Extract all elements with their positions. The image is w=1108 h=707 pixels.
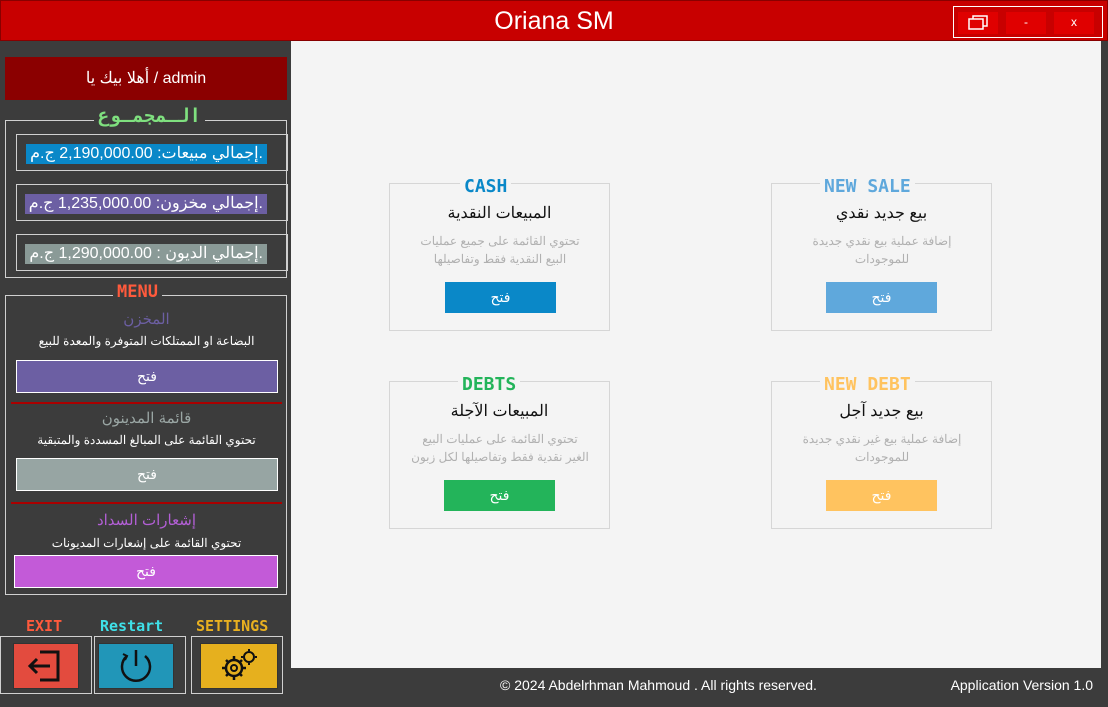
cash-card-desc: تحتوي القائمة على جميع عمليات البيع النق… bbox=[420, 234, 580, 266]
debts-card-title: المبيعات الآجلة bbox=[450, 403, 549, 420]
total-sales: إجمالي مبيعات: 2,190,000.00 ج.م. bbox=[26, 144, 267, 164]
new-sale-card: NEW SALE بيع جديد نقدي إضافة عملية بيع ن… bbox=[771, 176, 992, 331]
debtors-open-button[interactable]: فتح bbox=[16, 458, 278, 491]
debts-card: DEBTS المبيعات الآجلة تحتوي القائمة على … bbox=[389, 374, 610, 529]
menu-divider bbox=[11, 502, 282, 504]
cash-card: CASH المبيعات النقدية تحتوي القائمة على … bbox=[389, 176, 610, 331]
version-text: Application Version 1.0 bbox=[950, 677, 1093, 693]
menu-divider bbox=[11, 402, 282, 404]
settings-button[interactable] bbox=[191, 636, 283, 694]
debts-card-heading: DEBTS bbox=[458, 374, 521, 395]
new-sale-card-desc: إضافة عملية بيع نقدي جديدة للموجودات bbox=[812, 234, 952, 266]
inventory-desc: البضاعة او الممتلكات المتوفرة والمعدة لل… bbox=[38, 334, 255, 348]
debtors-title: قائمة المدينون bbox=[101, 410, 192, 427]
payment-notices-desc: تحتوي القائمة على إشعارات المديونات bbox=[51, 536, 242, 550]
total-sales-box: إجمالي مبيعات: 2,190,000.00 ج.م. bbox=[16, 134, 288, 171]
debts-card-desc: تحتوي القائمة على عمليات البيع الغير نقد… bbox=[411, 432, 589, 464]
totals-group: الـمجمـوع إجمالي مبيعات: 2,190,000.00 ج.… bbox=[5, 105, 288, 278]
main-panel: CASH المبيعات النقدية تحتوي القائمة على … bbox=[291, 41, 1101, 668]
new-debt-card-title: بيع جديد آجل bbox=[839, 403, 924, 420]
exit-label: EXIT bbox=[26, 617, 63, 635]
welcome-banner: أهلا بيك يا / admin bbox=[5, 57, 287, 100]
payment-notices-title: إشعارات السداد bbox=[96, 512, 197, 529]
total-inventory-box: إجمالي مخزون: 1,235,000.00 ج.م. bbox=[16, 184, 288, 221]
menu-group: MENU المخزن البضاعة او الممتلكات المتوفر… bbox=[5, 282, 287, 595]
restart-button[interactable] bbox=[94, 636, 186, 694]
close-button[interactable]: x bbox=[1054, 12, 1094, 34]
gear-icon bbox=[222, 649, 257, 680]
inventory-open-button[interactable]: فتح bbox=[16, 360, 278, 393]
new-debt-card-heading: NEW DEBT bbox=[820, 374, 915, 395]
menu-title: MENU bbox=[113, 282, 162, 302]
new-debt-open-button[interactable]: فتح bbox=[826, 480, 937, 511]
window-controls: - x bbox=[953, 6, 1103, 38]
debtors-desc: تحتوي القائمة على المبالغ المسددة والمتب… bbox=[37, 433, 256, 447]
restart-icon bbox=[120, 650, 152, 682]
total-debts-box: إجمالي الديون : 1,290,000.00 ج.م. bbox=[16, 234, 288, 271]
exit-icon bbox=[27, 650, 60, 682]
restart-label: Restart bbox=[100, 617, 164, 635]
cash-card-title: المبيعات النقدية bbox=[447, 205, 552, 222]
app-title: Oriana SM bbox=[494, 7, 614, 35]
totals-title: الـمجمـوع bbox=[94, 105, 205, 127]
title-bar: Oriana SM - x bbox=[0, 0, 1108, 41]
payment-notices-open-button[interactable]: فتح bbox=[14, 555, 278, 588]
debts-open-button[interactable]: فتح bbox=[444, 480, 555, 511]
settings-label: SETTINGS bbox=[196, 617, 269, 635]
sidebar: أهلا بيك يا / admin الـمجمـوع إجمالي مبي… bbox=[0, 41, 291, 701]
new-sale-card-title: بيع جديد نقدي bbox=[835, 205, 928, 222]
total-debts: إجمالي الديون : 1,290,000.00 ج.م. bbox=[25, 244, 267, 264]
new-sale-open-button[interactable]: فتح bbox=[826, 282, 937, 313]
cash-card-heading: CASH bbox=[460, 176, 512, 197]
restore-icon bbox=[968, 15, 988, 30]
inventory-title: المخزن bbox=[123, 311, 170, 328]
minimize-button[interactable]: - bbox=[1006, 12, 1046, 34]
restore-button[interactable] bbox=[958, 12, 998, 34]
exit-button[interactable] bbox=[0, 636, 92, 694]
total-inventory: إجمالي مخزون: 1,235,000.00 ج.م. bbox=[24, 194, 267, 214]
new-sale-card-heading: NEW SALE bbox=[820, 176, 915, 197]
new-debt-card: NEW DEBT بيع جديد آجل إضافة عملية بيع غي… bbox=[771, 374, 992, 529]
new-debt-card-desc: إضافة عملية بيع غير نقدي جديدة للموجودات bbox=[802, 432, 962, 464]
cash-open-button[interactable]: فتح bbox=[445, 282, 556, 313]
copyright-text: © 2024 Abdelrhman Mahmoud . All rights r… bbox=[500, 677, 817, 693]
footer: © 2024 Abdelrhman Mahmoud . All rights r… bbox=[291, 668, 1101, 701]
